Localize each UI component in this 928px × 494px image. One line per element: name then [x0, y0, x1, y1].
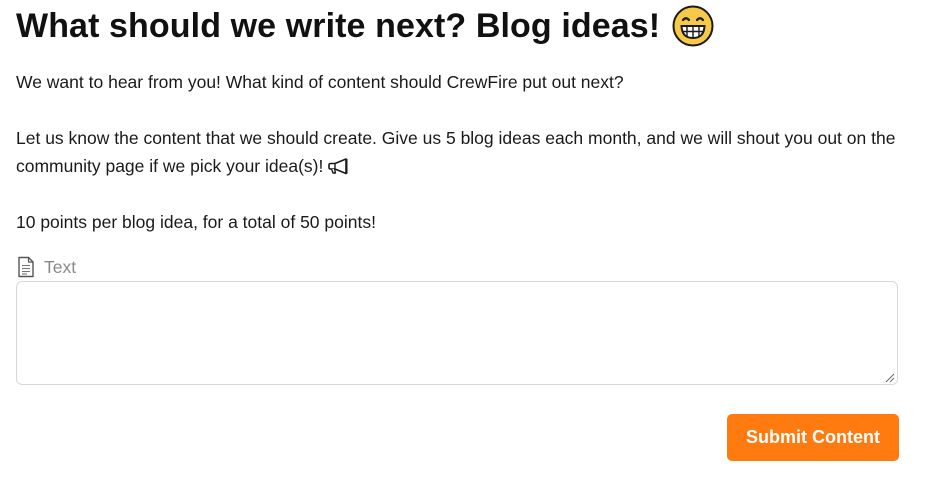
form-actions: Submit Content	[16, 414, 900, 461]
details-text: Let us know the content that we should c…	[16, 128, 896, 176]
points-text: 10 points per blog idea, for a total of …	[16, 212, 376, 232]
megaphone-icon	[327, 155, 349, 175]
details-paragraph: Let us know the content that we should c…	[16, 124, 900, 180]
document-icon	[16, 256, 36, 278]
page-content: What should we write next? Blog ideas! W…	[16, 0, 900, 461]
title-row: What should we write next? Blog ideas!	[16, 0, 900, 52]
page-title: What should we write next? Blog ideas!	[16, 6, 661, 45]
intro-text: We want to hear from you! What kind of c…	[16, 72, 624, 92]
text-field-label: Text	[16, 255, 900, 279]
grinning-face-icon	[672, 5, 714, 47]
resize-handle-icon[interactable]	[883, 370, 895, 383]
text-field-label-text: Text	[44, 256, 77, 277]
text-field-container	[16, 281, 898, 385]
text-field[interactable]	[17, 282, 897, 384]
submit-content-button[interactable]: Submit Content	[727, 414, 899, 461]
